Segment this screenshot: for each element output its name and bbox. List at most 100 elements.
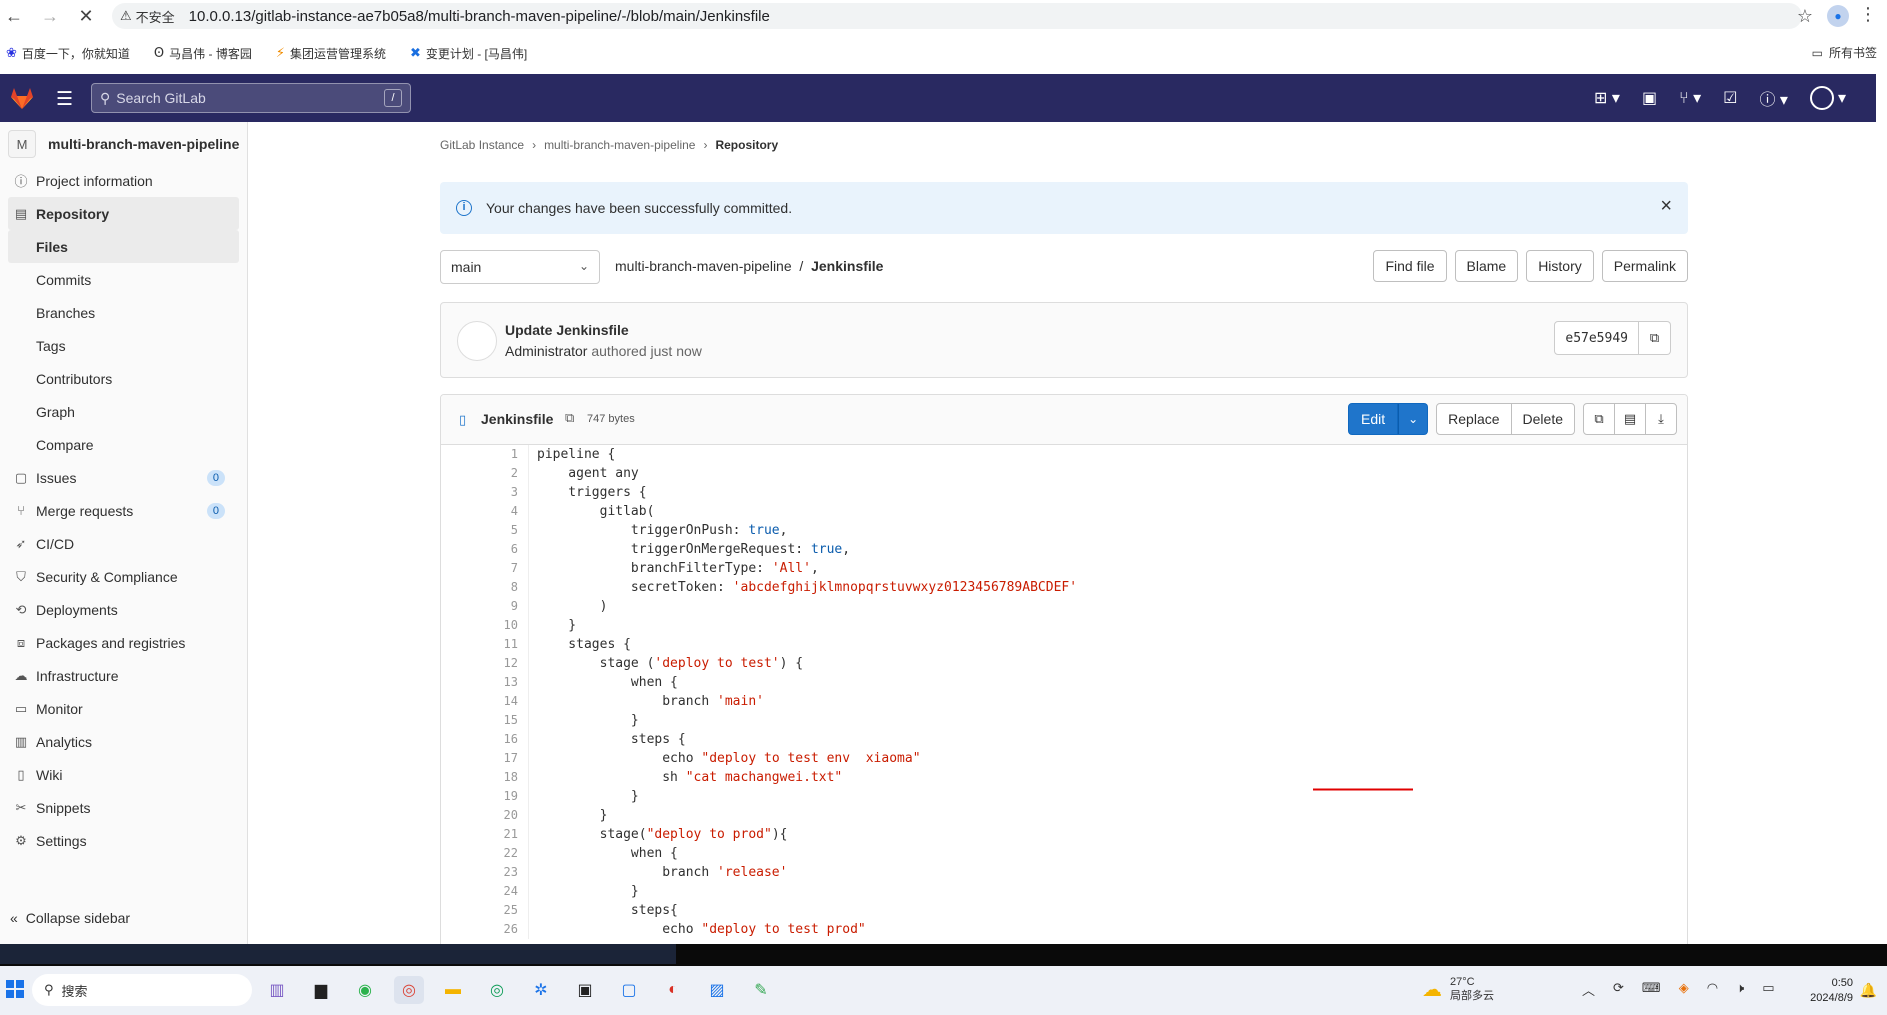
line-number[interactable]: 23: [441, 863, 529, 882]
line-number[interactable]: 13: [441, 673, 529, 692]
chrome-icon[interactable]: ◎: [394, 976, 424, 1004]
wechat-icon[interactable]: ◉: [350, 976, 380, 1004]
sidebar-item-security-compliance[interactable]: ⛉ Security & Compliance: [0, 560, 247, 593]
sidebar-item-wiki[interactable]: ▯ Wiki: [0, 758, 247, 791]
remote-desktop-icon[interactable]: ▢: [614, 976, 644, 1004]
taskbar-search[interactable]: ⚲ 搜索: [32, 974, 252, 1006]
editor-app-icon[interactable]: ✎: [746, 976, 776, 1004]
line-number[interactable]: 1: [441, 445, 529, 464]
line-number[interactable]: 10: [441, 616, 529, 635]
sidebar-item-settings[interactable]: ⚙ Settings: [0, 824, 247, 857]
line-number[interactable]: 21: [441, 825, 529, 844]
url-text[interactable]: 10.0.0.13/gitlab-instance-ae7b05a8/multi…: [189, 8, 770, 25]
profile-avatar[interactable]: ●: [1827, 5, 1849, 27]
line-number[interactable]: 25: [441, 901, 529, 920]
terminal-icon[interactable]: ▣: [570, 976, 600, 1004]
author-avatar[interactable]: [457, 321, 497, 361]
sidebar-item-project-information[interactable]: ⓘ Project information: [0, 164, 247, 197]
line-number[interactable]: 5: [441, 521, 529, 540]
input-method-icon[interactable]: ⌨: [1642, 980, 1661, 999]
delete-button[interactable]: Delete: [1510, 403, 1575, 435]
menu-icon[interactable]: ☰: [56, 88, 73, 111]
sidebar-item-contributors[interactable]: Contributors: [0, 362, 247, 395]
chrome-alt-icon[interactable]: ◎: [482, 976, 512, 1004]
merge-requests-icon[interactable]: ⑂ ▾: [1679, 88, 1701, 108]
copy-icon[interactable]: ⧉: [1639, 321, 1671, 355]
find-file-button[interactable]: Find file: [1373, 250, 1447, 282]
project-link[interactable]: M multi-branch-maven-pipeline: [8, 130, 239, 158]
sidebar-item-monitor[interactable]: ▭ Monitor: [0, 692, 247, 725]
commit-author[interactable]: Administrator: [505, 343, 587, 359]
line-number[interactable]: 9: [441, 597, 529, 616]
sidebar-item-compare[interactable]: Compare: [0, 428, 247, 461]
chevron-up-icon[interactable]: ︿: [1582, 980, 1595, 999]
blame-button[interactable]: Blame: [1454, 250, 1519, 282]
download-icon[interactable]: ⤓: [1645, 403, 1677, 435]
bookmark-item[interactable]: ❀ 百度一下，你就知道: [6, 45, 130, 62]
forward-icon[interactable]: →: [36, 2, 64, 30]
path-repo-link[interactable]: multi-branch-maven-pipeline: [615, 258, 792, 274]
line-number[interactable]: 4: [441, 502, 529, 521]
line-number[interactable]: 16: [441, 730, 529, 749]
line-number[interactable]: 18: [441, 768, 529, 787]
commit-title[interactable]: Update Jenkinsfile: [505, 322, 629, 338]
task-view-icon[interactable]: ▆: [306, 976, 336, 1004]
xshell-icon[interactable]: ◐: [658, 976, 688, 1004]
address-bar[interactable]: ⚠ 不安全 10.0.0.13/gitlab-instance-ae7b05a8/…: [112, 3, 1802, 29]
sidebar-item-analytics[interactable]: ▥ Analytics: [0, 725, 247, 758]
help-icon[interactable]: ⓘ ▾: [1759, 86, 1787, 110]
sidebar-item-snippets[interactable]: ✂ Snippets: [0, 791, 247, 824]
taskbar-clock[interactable]: 0:50 2024/8/9: [1810, 976, 1853, 1006]
breadcrumb-item[interactable]: GitLab Instance: [440, 138, 524, 152]
line-number[interactable]: 17: [441, 749, 529, 768]
file-explorer-icon[interactable]: ▬: [438, 976, 468, 1004]
line-number[interactable]: 8: [441, 578, 529, 597]
battery-icon[interactable]: ▭: [1762, 980, 1774, 999]
open-raw-icon[interactable]: ▤: [1614, 403, 1646, 435]
copy-contents-icon[interactable]: ⧉: [1583, 403, 1615, 435]
breadcrumb-item[interactable]: multi-branch-maven-pipeline: [544, 138, 695, 152]
sidebar-item-packages-registries[interactable]: ⧈ Packages and registries: [0, 626, 247, 659]
edit-button[interactable]: Edit: [1348, 403, 1399, 435]
search-input[interactable]: ⚲ Search GitLab /: [91, 83, 411, 113]
gitlab-logo-icon[interactable]: [9, 85, 35, 111]
windows-start-icon[interactable]: [6, 980, 24, 998]
network-app-icon[interactable]: ✲: [526, 976, 556, 1004]
line-number[interactable]: 19: [441, 787, 529, 806]
close-icon[interactable]: ×: [1660, 195, 1672, 218]
weather-widget[interactable]: ☁ 27°C 局部多云: [1422, 975, 1494, 1003]
line-number[interactable]: 7: [441, 559, 529, 578]
sidebar-item-cicd[interactable]: ➶ CI/CD: [0, 527, 247, 560]
line-number[interactable]: 24: [441, 882, 529, 901]
sidebar-item-branches[interactable]: Branches: [0, 296, 247, 329]
commit-sha[interactable]: e57e5949: [1554, 321, 1639, 355]
breadcrumb-current[interactable]: Repository: [715, 138, 778, 152]
monitor-app-icon[interactable]: ▨: [702, 976, 732, 1004]
permalink-button[interactable]: Permalink: [1601, 250, 1688, 282]
antivirus-icon[interactable]: ◈: [1679, 980, 1689, 999]
sidebar-item-issues[interactable]: ▢ Issues 0: [0, 461, 247, 494]
sidebar-item-tags[interactable]: Tags: [0, 329, 247, 362]
notification-bell-icon[interactable]: 🔔: [1860, 982, 1877, 999]
line-number[interactable]: 6: [441, 540, 529, 559]
todo-icon[interactable]: ☑: [1723, 88, 1737, 108]
line-number[interactable]: 26: [441, 920, 529, 939]
line-number[interactable]: 11: [441, 635, 529, 654]
collapse-sidebar-button[interactable]: «Collapse sidebar: [10, 910, 130, 926]
sidebar-item-deployments[interactable]: ⟲ Deployments: [0, 593, 247, 626]
branch-dropdown[interactable]: main ⌄: [440, 250, 600, 284]
wifi-icon[interactable]: ◠: [1707, 980, 1718, 999]
sidebar-item-merge-requests[interactable]: ⑂ Merge requests 0: [0, 494, 247, 527]
bookmark-item[interactable]: Ꙩ 马昌伟 - 博客园: [154, 45, 252, 62]
line-number[interactable]: 2: [441, 464, 529, 483]
sidebar-item-repository[interactable]: ▤ Repository: [8, 197, 239, 230]
bookmark-item[interactable]: ⚡ 集团运营管理系统: [276, 45, 386, 62]
user-menu[interactable]: ▾: [1809, 86, 1846, 110]
line-number[interactable]: 12: [441, 654, 529, 673]
line-number[interactable]: 15: [441, 711, 529, 730]
browser-menu-icon[interactable]: ⋮: [1859, 4, 1877, 25]
line-number[interactable]: 14: [441, 692, 529, 711]
new-item-icon[interactable]: ⊞ ▾: [1594, 88, 1620, 108]
back-icon[interactable]: ←: [0, 2, 28, 30]
copy-path-icon[interactable]: ⧉: [565, 410, 574, 426]
